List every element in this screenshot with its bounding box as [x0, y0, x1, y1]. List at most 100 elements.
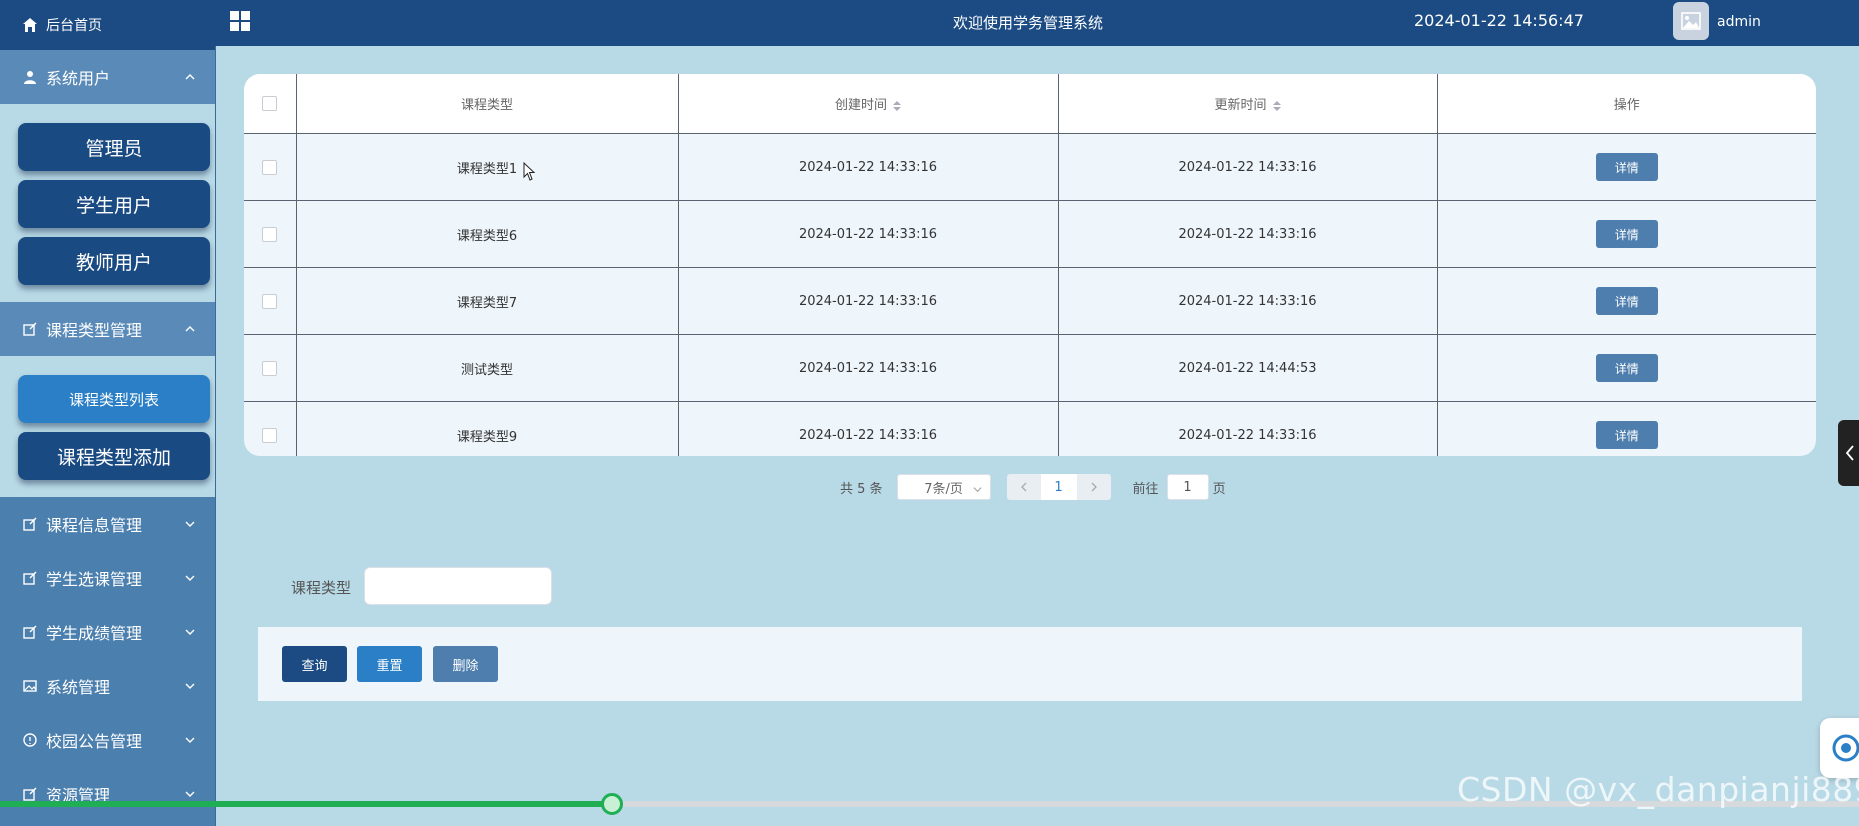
cell-course-type: 测试类型 — [296, 334, 679, 402]
goto-suffix: 页 — [1212, 481, 1226, 497]
chevron-up-icon — [185, 72, 195, 82]
cell-course-type: 课程类型1 — [296, 133, 679, 201]
sidebar-group-label: 课程信息管理 — [46, 516, 143, 535]
edit-icon — [22, 516, 38, 532]
sidebar-group-label: 学生成绩管理 — [46, 624, 143, 643]
sidebar-group-system-users[interactable]: 系统用户 — [0, 50, 215, 104]
sidebar-group-announcements[interactable]: 校园公告管理 — [0, 713, 215, 767]
sidebar-item-course-type-add[interactable]: 课程类型添加 — [18, 432, 210, 480]
sidebar-item-teacher-users[interactable]: 教师用户 — [18, 237, 210, 285]
detail-button[interactable]: 详情 — [1595, 153, 1658, 181]
sidebar-group-label: 课程类型管理 — [46, 321, 143, 340]
sidebar-group-resources[interactable]: 资源管理 — [0, 767, 215, 821]
prev-page-button[interactable] — [1006, 474, 1041, 500]
row-checkbox[interactable] — [262, 360, 278, 376]
data-table-card: 课程类型 创建时间 更新时间 操作 课程类型1 2024-01-22 14:33… — [244, 74, 1816, 456]
sidebar-group-label: 系统管理 — [46, 678, 111, 697]
column-header-label: 更新时间 — [1214, 98, 1267, 113]
page-size-select[interactable]: 7条/页 — [896, 474, 991, 500]
sidebar-group-course-type[interactable]: 课程类型管理 — [0, 302, 215, 356]
assistant-float-button[interactable] — [1820, 718, 1859, 778]
select-all-cell — [244, 74, 297, 134]
column-header-actions: 操作 — [1437, 74, 1816, 134]
table-row: 课程类型6 2024-01-22 14:33:16 2024-01-22 14:… — [244, 200, 1816, 268]
column-header-updated[interactable]: 更新时间 — [1058, 74, 1438, 134]
chevron-down-icon — [185, 735, 195, 745]
sidebar: 后台首页 系统用户 管理员 学生用户 教师用户 课程类型管理 课程类型列表 课程… — [0, 0, 216, 826]
edit-icon — [22, 624, 38, 640]
cell-created: 2024-01-22 14:33:16 — [678, 334, 1059, 402]
edit-icon — [22, 786, 38, 802]
select-all-checkbox[interactable] — [262, 96, 278, 111]
detail-button[interactable]: 详情 — [1595, 354, 1658, 382]
detail-button[interactable]: 详情 — [1595, 220, 1658, 248]
course-type-search-input[interactable] — [364, 567, 552, 605]
row-checkbox[interactable] — [262, 159, 278, 175]
sort-icon[interactable] — [893, 100, 901, 111]
query-button[interactable]: 查询 — [282, 646, 347, 682]
detail-button[interactable]: 详情 — [1595, 287, 1658, 315]
chevron-down-icon — [185, 789, 195, 799]
row-checkbox[interactable] — [262, 226, 278, 242]
page-size-value: 7条/页 — [924, 481, 963, 497]
info-icon — [22, 732, 38, 748]
table-row: 测试类型 2024-01-22 14:33:16 2024-01-22 14:4… — [244, 334, 1816, 402]
cell-updated: 2024-01-22 14:33:16 — [1058, 200, 1438, 268]
goto-page-input[interactable]: 1 — [1166, 474, 1209, 500]
chevron-left-icon — [1845, 445, 1854, 461]
sidebar-group-grades[interactable]: 学生成绩管理 — [0, 605, 215, 659]
submenu-course-type: 课程类型列表 课程类型添加 — [0, 356, 215, 497]
column-header-course-type: 课程类型 — [296, 74, 679, 134]
edit-icon — [22, 570, 38, 586]
page-number-current[interactable]: 1 — [1040, 474, 1077, 500]
sidebar-group-course-selection[interactable]: 学生选课管理 — [0, 551, 215, 605]
submenu-system-users: 管理员 学生用户 教师用户 — [0, 104, 215, 302]
grid-menu-icon[interactable] — [229, 10, 251, 32]
action-bar: 查询 重置 删除 — [258, 627, 1802, 701]
side-collapse-tab[interactable] — [1838, 420, 1859, 486]
sidebar-group-label: 系统用户 — [46, 69, 111, 88]
sidebar-group-course-info[interactable]: 课程信息管理 — [0, 497, 215, 551]
cell-course-type: 课程类型6 — [296, 200, 679, 268]
sidebar-item-course-type-list[interactable]: 课程类型列表 — [18, 375, 210, 423]
sidebar-group-label: 校园公告管理 — [46, 732, 143, 751]
chevron-right-icon — [1091, 482, 1097, 492]
chevron-down-icon — [185, 627, 195, 637]
app-title: 欢迎使用学务管理系统 — [953, 14, 1104, 32]
sort-icon[interactable] — [1272, 100, 1281, 111]
chevron-left-icon — [1020, 482, 1027, 492]
sidebar-item-student-users[interactable]: 学生用户 — [18, 180, 210, 228]
avatar[interactable] — [1673, 2, 1709, 40]
mouse-cursor-icon — [523, 161, 537, 182]
chevron-down-icon — [185, 681, 195, 691]
assistant-icon — [1832, 734, 1859, 762]
pagination: 共 5 条 7条/页 1 前往 1 页 — [840, 474, 1226, 500]
sidebar-home[interactable]: 后台首页 — [0, 0, 215, 50]
sidebar-group-system-management[interactable]: 系统管理 — [0, 659, 215, 713]
cell-course-type: 课程类型9 — [296, 401, 679, 456]
row-checkbox[interactable] — [262, 427, 278, 443]
row-checkbox[interactable] — [262, 293, 278, 309]
chevron-down-icon — [185, 519, 195, 529]
reset-button[interactable]: 重置 — [357, 646, 422, 682]
user-icon — [22, 69, 38, 85]
next-page-button[interactable] — [1076, 474, 1111, 500]
chevron-up-icon — [185, 324, 195, 334]
goto-prefix: 前往 — [1132, 481, 1159, 497]
table-row: 课程类型1 2024-01-22 14:33:16 2024-01-22 14:… — [244, 133, 1816, 201]
table-row: 课程类型9 2024-01-22 14:33:16 2024-01-22 14:… — [244, 401, 1816, 456]
detail-button[interactable]: 详情 — [1595, 421, 1658, 449]
cell-updated: 2024-01-22 14:33:16 — [1058, 133, 1438, 201]
cell-course-type: 课程类型7 — [296, 267, 679, 335]
video-progress-handle[interactable] — [601, 793, 623, 815]
image-icon — [1681, 12, 1701, 30]
table-header-row: 课程类型 创建时间 更新时间 操作 — [244, 74, 1816, 134]
column-header-label: 创建时间 — [834, 98, 887, 113]
sidebar-item-admin[interactable]: 管理员 — [18, 123, 210, 171]
cell-created: 2024-01-22 14:33:16 — [678, 401, 1059, 456]
cell-updated: 2024-01-22 14:33:16 — [1058, 267, 1438, 335]
home-icon — [22, 17, 38, 33]
username[interactable]: admin — [1717, 14, 1761, 30]
column-header-created[interactable]: 创建时间 — [678, 74, 1059, 134]
delete-button[interactable]: 删除 — [433, 646, 498, 682]
